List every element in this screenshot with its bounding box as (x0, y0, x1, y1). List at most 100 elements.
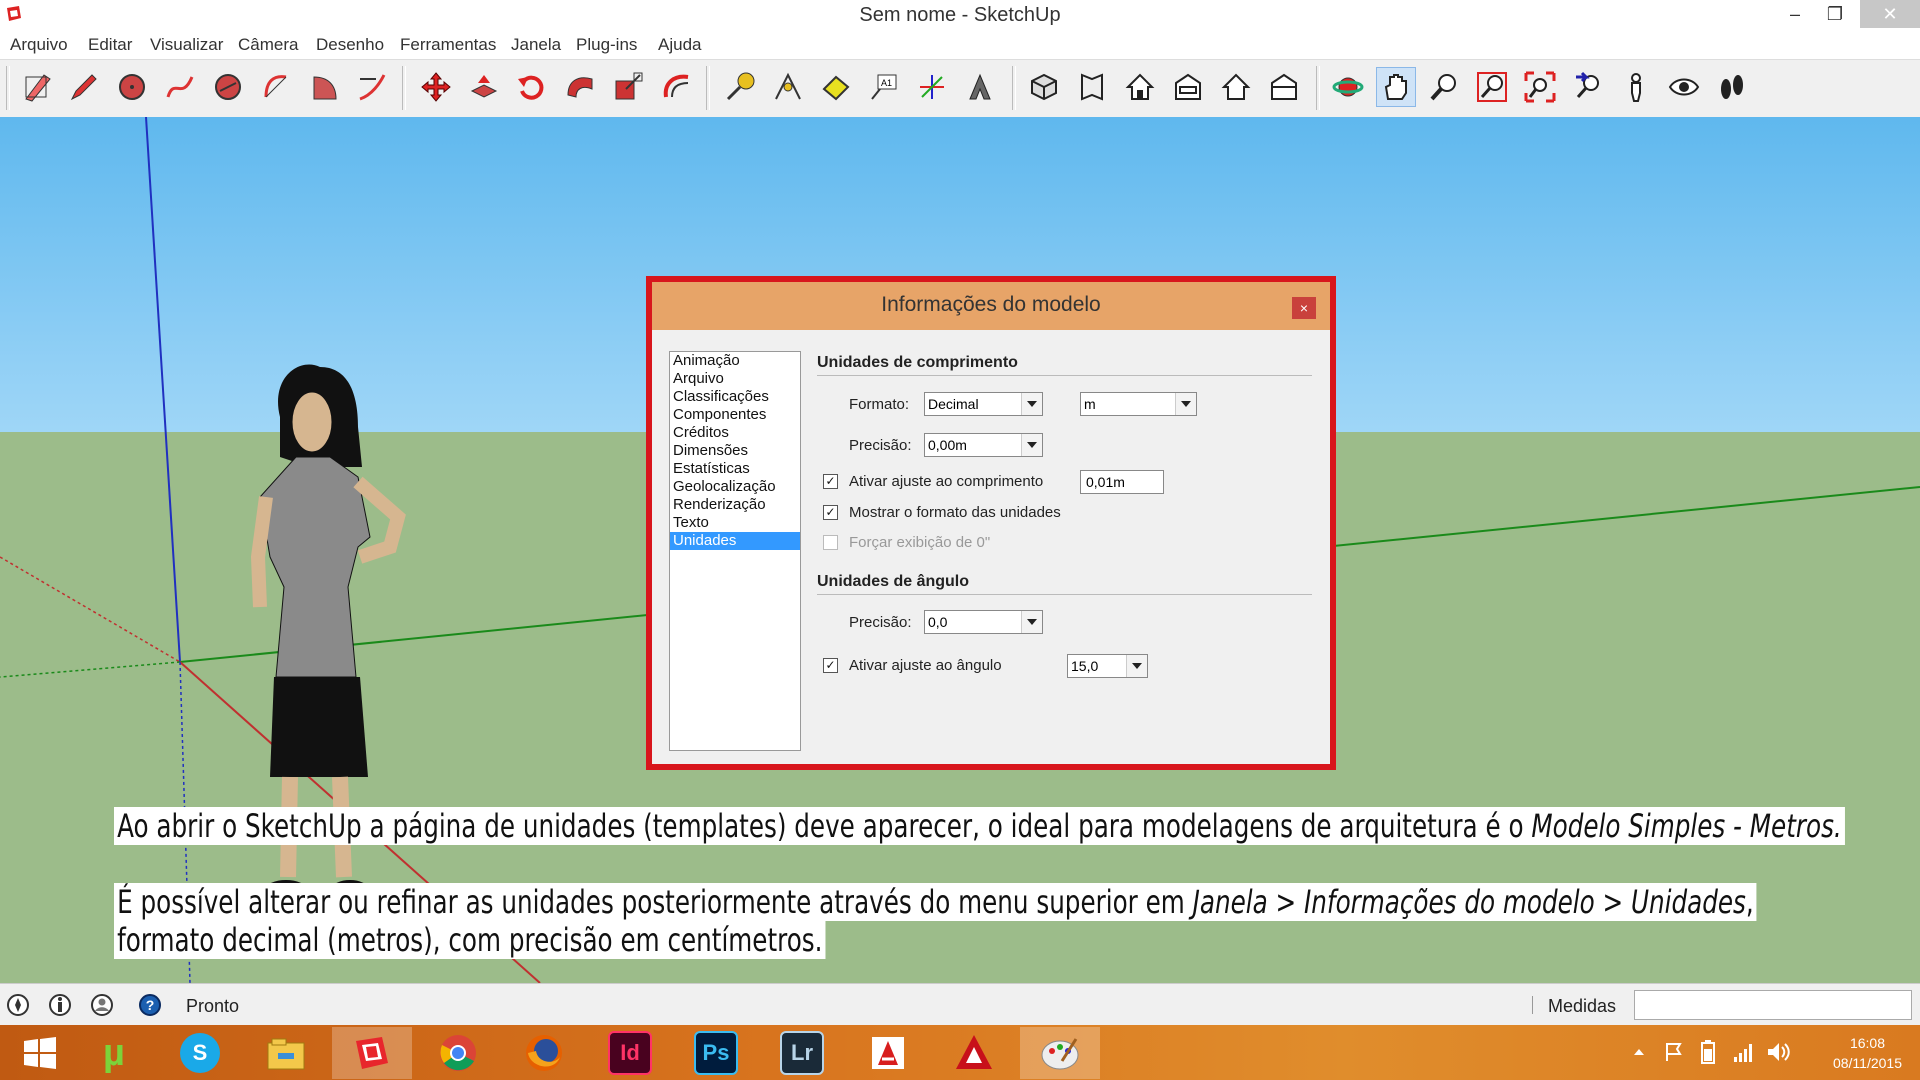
arc-3pt-icon[interactable] (256, 67, 296, 107)
category-item[interactable]: Texto (670, 514, 800, 532)
3d-text-icon[interactable] (960, 67, 1000, 107)
sign-in-icon[interactable] (90, 993, 114, 1017)
battery-icon[interactable] (1698, 1039, 1718, 1065)
measurements-input[interactable] (1634, 990, 1912, 1020)
close-button[interactable]: ✕ (1860, 0, 1920, 28)
menu-janela[interactable]: Janela (511, 35, 561, 55)
category-item[interactable]: Componentes (670, 406, 800, 424)
protractor-icon[interactable] (768, 67, 808, 107)
orbit-icon[interactable] (1328, 67, 1368, 107)
walk-icon[interactable] (1712, 67, 1752, 107)
acrobat-icon (872, 1037, 904, 1069)
pencil-icon[interactable] (64, 67, 104, 107)
angle-snap-select[interactable]: 15,0 (1067, 654, 1148, 678)
angle-precision-select[interactable]: 0,0 (924, 610, 1043, 634)
menu-arquivo[interactable]: Arquivo (10, 35, 68, 55)
circle-icon[interactable] (112, 67, 152, 107)
category-item[interactable]: Arquivo (670, 370, 800, 388)
axes-icon[interactable] (912, 67, 952, 107)
arc-2pt-icon[interactable] (352, 67, 392, 107)
top-view-icon[interactable] (1072, 67, 1112, 107)
taskbar-skype[interactable]: S (160, 1027, 240, 1079)
look-around-icon[interactable] (1664, 67, 1704, 107)
show-format-checkbox[interactable]: ✓ (823, 505, 838, 520)
start-button[interactable] (0, 1027, 80, 1079)
credits-icon[interactable] (48, 993, 72, 1017)
unit-select[interactable]: m (1080, 392, 1197, 416)
move-icon[interactable] (416, 67, 456, 107)
volume-icon[interactable] (1766, 1041, 1790, 1063)
category-item[interactable]: Animação (670, 352, 800, 370)
maximize-button[interactable]: ❐ (1812, 0, 1858, 28)
caption-line-2-path: Janela > Informações do modelo > Unidade… (1192, 883, 1746, 921)
category-item[interactable]: Geolocalização (670, 478, 800, 496)
scale-icon[interactable] (608, 67, 648, 107)
zoom-window-icon[interactable] (1472, 67, 1512, 107)
pie-icon[interactable] (304, 67, 344, 107)
pan-icon[interactable] (1376, 67, 1416, 107)
dialog-close-button[interactable]: × (1292, 297, 1316, 319)
format-select[interactable]: Decimal (924, 392, 1043, 416)
zoom-icon[interactable] (1424, 67, 1464, 107)
left-view-icon[interactable] (1264, 67, 1304, 107)
menu-editar[interactable]: Editar (88, 35, 132, 55)
length-precision-select[interactable]: 0,00m (924, 433, 1043, 457)
menu-plugins[interactable]: Plug-ins (576, 35, 637, 55)
chevron-down-icon (1175, 393, 1196, 415)
menu-ferramentas[interactable]: Ferramentas (400, 35, 496, 55)
length-snap-checkbox[interactable]: ✓ (823, 474, 838, 489)
taskbar-firefox[interactable] (504, 1027, 584, 1079)
category-list[interactable]: Animação Arquivo Classificações Componen… (669, 351, 801, 751)
taskbar-lightroom[interactable]: Lr (762, 1027, 842, 1079)
help-icon[interactable]: ? (138, 993, 162, 1017)
title-bar: Sem nome - SketchUp – ❐ ✕ (0, 0, 1920, 32)
category-item[interactable]: Renderização (670, 496, 800, 514)
tape-measure-icon[interactable] (720, 67, 760, 107)
taskbar-paint[interactable] (1020, 1027, 1100, 1079)
show-hidden-icons-icon[interactable] (1632, 1045, 1646, 1059)
back-view-icon[interactable] (1216, 67, 1256, 107)
category-item[interactable]: Classificações (670, 388, 800, 406)
taskbar-autocad[interactable] (934, 1027, 1014, 1079)
category-item[interactable]: Estatísticas (670, 460, 800, 478)
taskbar-indesign[interactable]: Id (590, 1027, 670, 1079)
menu-desenho[interactable]: Desenho (316, 35, 384, 55)
category-item[interactable]: Créditos (670, 424, 800, 442)
offset-icon[interactable] (656, 67, 696, 107)
taskbar-file-explorer[interactable] (246, 1027, 326, 1079)
taskbar-utorrent[interactable]: µ (74, 1027, 154, 1079)
geolocation-icon[interactable] (6, 993, 30, 1017)
text-icon[interactable]: A1 (864, 67, 904, 107)
eraser-icon[interactable] (18, 67, 58, 107)
toolbar-grip[interactable] (6, 66, 10, 110)
taskbar-clock[interactable]: 16:08 08/11/2015 (1833, 1033, 1902, 1073)
action-center-icon[interactable] (1664, 1041, 1686, 1063)
length-snap-input[interactable]: 0,01m (1080, 470, 1164, 494)
taskbar-sketchup[interactable] (332, 1027, 412, 1079)
menu-camera[interactable]: Câmera (238, 35, 298, 55)
right-view-icon[interactable] (1168, 67, 1208, 107)
rotate-icon[interactable] (512, 67, 552, 107)
force-zero-checkbox[interactable] (823, 535, 838, 550)
menu-visualizar[interactable]: Visualizar (150, 35, 223, 55)
zoom-extents-icon[interactable] (1520, 67, 1560, 107)
paint-bucket-icon[interactable] (816, 67, 856, 107)
angle-snap-checkbox[interactable]: ✓ (823, 658, 838, 673)
follow-me-icon[interactable] (560, 67, 600, 107)
arc-icon[interactable] (208, 67, 248, 107)
position-camera-icon[interactable] (1616, 67, 1656, 107)
category-item-selected[interactable]: Unidades (670, 532, 800, 550)
freehand-icon[interactable] (160, 67, 200, 107)
main-toolbar: A1 (0, 59, 1920, 118)
previous-view-icon[interactable] (1568, 67, 1608, 107)
dialog-title-bar[interactable]: Informações do modelo × (652, 282, 1330, 330)
category-item[interactable]: Dimensões (670, 442, 800, 460)
iso-view-icon[interactable] (1024, 67, 1064, 107)
taskbar-photoshop[interactable]: Ps (676, 1027, 756, 1079)
taskbar-chrome[interactable] (418, 1027, 498, 1079)
taskbar-acrobat[interactable] (848, 1027, 928, 1079)
menu-ajuda[interactable]: Ajuda (658, 35, 701, 55)
network-icon[interactable] (1732, 1041, 1756, 1063)
front-view-icon[interactable] (1120, 67, 1160, 107)
push-pull-icon[interactable] (464, 67, 504, 107)
